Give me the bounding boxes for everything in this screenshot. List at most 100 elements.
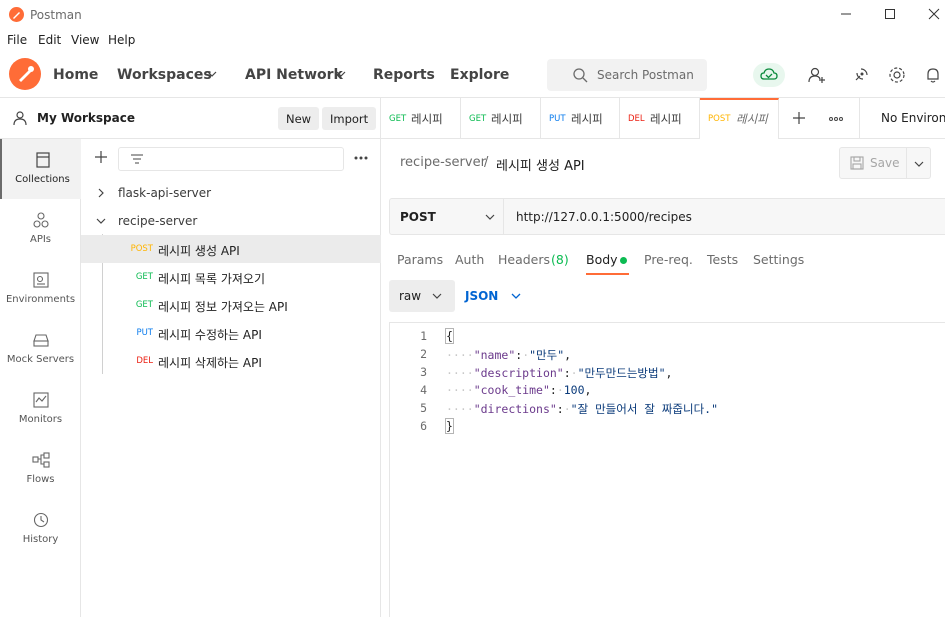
method-badge: POST	[130, 244, 153, 254]
nav-workspaces[interactable]: Workspaces	[117, 67, 212, 83]
search-input[interactable]: Search Postman	[547, 59, 707, 91]
request-item[interactable]: GET 레시피 정보 가져오는 API	[81, 291, 381, 319]
body-editor[interactable]: 1 2 3 4 5 6 { ····"name":·"만두", ····"des…	[389, 322, 945, 617]
request-item[interactable]: DEL 레시피 삭제하는 API	[81, 347, 381, 375]
tab-params[interactable]: Params	[397, 252, 443, 267]
chevron-down-icon	[432, 291, 442, 301]
code-line: ····"name":·"만두",	[446, 348, 572, 362]
nav-home[interactable]: Home	[53, 67, 98, 83]
menu-view[interactable]: View	[71, 33, 99, 47]
close-window-icon[interactable]	[926, 6, 942, 22]
sidebar-item-monitors[interactable]: Monitors	[0, 379, 81, 439]
minimize-icon[interactable]	[838, 6, 854, 22]
tab-settings[interactable]: Settings	[753, 252, 804, 267]
maximize-icon[interactable]	[882, 6, 898, 22]
body-mode-select[interactable]: raw	[389, 280, 455, 312]
history-icon	[32, 511, 50, 529]
satellite-icon[interactable]	[851, 65, 871, 85]
sync-status-button[interactable]	[753, 63, 785, 87]
request-item[interactable]: POST 레시피 생성 API	[81, 235, 381, 263]
postman-brand-icon[interactable]	[9, 58, 41, 90]
new-tab-icon[interactable]	[792, 111, 806, 125]
cloud-check-icon	[760, 66, 778, 84]
sidebar-item-mock-servers[interactable]: Mock Servers	[0, 319, 81, 379]
sidebar-rail: Collections APIs Environments Mock Serve…	[0, 139, 81, 617]
breadcrumb-collection[interactable]: recipe-server	[400, 155, 486, 170]
sidebar-item-environments[interactable]: Environments	[0, 259, 81, 319]
body-language-select[interactable]: JSON	[465, 289, 498, 303]
postman-logo-icon	[9, 7, 24, 22]
more-options-icon[interactable]	[353, 155, 369, 161]
code-line: }	[445, 418, 454, 434]
tab-label: 레시피	[571, 112, 603, 126]
line-number: 4	[420, 383, 427, 397]
body-active-indicator	[620, 257, 627, 264]
invite-user-icon[interactable]	[807, 65, 827, 85]
import-button[interactable]: Import	[322, 107, 377, 130]
sidebar-item-history[interactable]: History	[0, 499, 81, 559]
user-icon	[12, 110, 28, 126]
nav-api-network[interactable]: API Network	[245, 67, 343, 83]
json-value: "만두만드는방법"	[577, 366, 666, 380]
sidebar-item-collections[interactable]: Collections	[0, 139, 81, 199]
json-key: "directions"	[473, 402, 557, 416]
tab-body[interactable]: Body	[586, 252, 618, 267]
sidebar-item-apis[interactable]: APIs	[0, 199, 81, 259]
json-comma: ,	[584, 383, 592, 397]
menu-file[interactable]: File	[7, 33, 27, 47]
method-select[interactable]: POST	[389, 198, 504, 235]
collection-flask-api-server[interactable]: flask-api-server	[81, 179, 381, 207]
request-tab[interactable]: GET 레시피	[461, 98, 541, 139]
request-name: 레시피 수정하는 API	[158, 328, 262, 342]
chevron-right-icon	[96, 188, 106, 198]
save-label: Save	[870, 156, 900, 170]
nav-reports[interactable]: Reports	[373, 67, 435, 83]
tab-headers[interactable]: Headers	[498, 252, 550, 267]
workspace-name[interactable]: My Workspace	[37, 111, 135, 125]
url-input[interactable]: http://127.0.0.1:5000/recipes	[503, 198, 945, 235]
menu-bar: File Edit View Help	[0, 30, 945, 52]
sidebar-label: Flows	[26, 474, 55, 485]
new-button[interactable]: New	[278, 107, 320, 130]
tab-tests[interactable]: Tests	[707, 252, 738, 267]
line-number: 3	[420, 365, 427, 379]
tab-label: 레시피	[650, 112, 682, 126]
collection-recipe-server[interactable]: recipe-server	[81, 207, 381, 235]
chevron-down-icon	[914, 159, 924, 169]
sidebar-item-flows[interactable]: Flows	[0, 439, 81, 499]
settings-gear-icon[interactable]	[887, 65, 907, 85]
method-badge: DEL	[136, 356, 153, 366]
line-number: 5	[420, 401, 427, 415]
notifications-bell-icon[interactable]	[923, 65, 943, 85]
tab-auth[interactable]: Auth	[455, 252, 484, 267]
menu-help[interactable]: Help	[108, 33, 135, 47]
save-button[interactable]: Save	[839, 147, 907, 179]
request-item[interactable]: GET 레시피 목록 가져오기	[81, 263, 381, 291]
nav-explore[interactable]: Explore	[450, 67, 509, 83]
add-collection-icon[interactable]	[93, 149, 109, 165]
environment-selector[interactable]: No Environm	[881, 111, 945, 125]
line-number: 2	[420, 347, 427, 361]
request-tab[interactable]: GET 레시피	[381, 98, 461, 139]
request-tab[interactable]: DEL 레시피	[620, 98, 700, 139]
filter-input[interactable]	[118, 147, 344, 171]
more-tabs-icon[interactable]	[828, 116, 844, 122]
breadcrumb-request-name[interactable]: 레시피 생성 API	[496, 155, 585, 174]
chevron-down-icon	[485, 212, 495, 222]
collections-panel: flask-api-server recipe-server POST 레시피 …	[81, 139, 381, 617]
request-tab-active[interactable]: POST 레시피	[700, 98, 779, 139]
chevron-down-icon	[511, 291, 521, 301]
save-options-button[interactable]	[907, 147, 931, 179]
monitors-icon	[32, 391, 50, 409]
json-key: "description"	[473, 366, 564, 380]
method-value: POST	[400, 210, 436, 224]
request-tab[interactable]: PUT 레시피	[541, 98, 620, 139]
filter-icon	[130, 153, 144, 165]
sidebar-label: History	[22, 534, 59, 545]
menu-edit[interactable]: Edit	[38, 33, 61, 47]
workspace-header: My Workspace New Import	[0, 98, 381, 139]
method-badge: GET	[135, 300, 153, 310]
request-item[interactable]: PUT 레시피 수정하는 API	[81, 319, 381, 347]
top-navigation: Home Workspaces API Network Reports Expl…	[0, 52, 945, 98]
tab-pre-request[interactable]: Pre-req.	[644, 252, 693, 267]
